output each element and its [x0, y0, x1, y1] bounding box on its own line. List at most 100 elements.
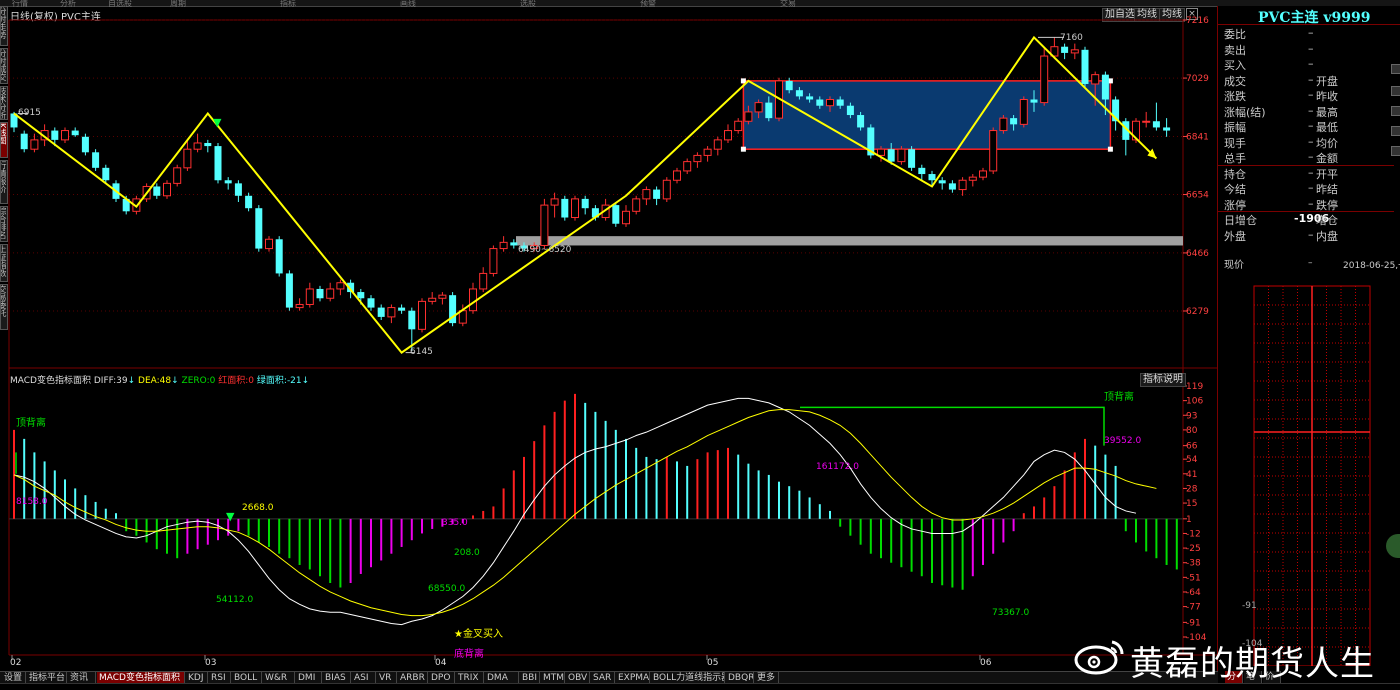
- candle-body: [1030, 99, 1038, 103]
- candle-body: [20, 133, 28, 150]
- date-tick-02: 02: [10, 658, 22, 668]
- quote-row: 今结 – 昨结: [1224, 181, 1400, 196]
- candle-body: [754, 102, 763, 113]
- macd-tick-label: -12: [1186, 529, 1201, 539]
- scroll-icon-5[interactable]: [1391, 146, 1400, 156]
- candle-body: [398, 307, 406, 311]
- candle-body: [612, 205, 620, 224]
- quote-row: 涨幅(结) – 最高: [1224, 104, 1400, 119]
- candle-body: [489, 248, 498, 274]
- weibo-logo-icon: [1074, 640, 1124, 675]
- quote-label-2: 内盘: [1316, 229, 1338, 243]
- chart-stage: 行情 分析 自选股 周期 指标 画线 选股 预警 交易 分时走势 分时成交 技术分析…: [0, 0, 1400, 690]
- quote-row: 外盘 – 内盘: [1224, 228, 1400, 243]
- area-value-73367: 73367.0: [992, 608, 1030, 618]
- dea-label: DEA:: [138, 376, 160, 386]
- candle-body: [642, 189, 651, 200]
- candle-body: [1040, 55, 1049, 104]
- candle-body: [418, 300, 426, 330]
- candle-body: [438, 294, 447, 299]
- quote-row: 日增仓 -1906 增仓: [1218, 211, 1400, 227]
- macd-tick-label: 1: [1186, 515, 1192, 525]
- candle-body: [897, 148, 906, 163]
- annotation-high-right: 7160: [1060, 33, 1083, 43]
- candle-body: [816, 99, 824, 106]
- down-arrow-icon: ▼: [213, 116, 222, 129]
- candle-body: [693, 154, 702, 163]
- candle-body: [571, 198, 579, 219]
- candle-body: [183, 148, 192, 169]
- macd-tick-label: -25: [1186, 544, 1201, 554]
- candle-body: [316, 288, 324, 299]
- quote-row: 委比 –: [1224, 26, 1400, 41]
- candle-body: [765, 102, 773, 119]
- scroll-icon-4[interactable]: [1391, 126, 1400, 136]
- candle-body: [581, 198, 589, 209]
- candle-body: [305, 288, 314, 305]
- quote-label: 委比: [1224, 28, 1246, 41]
- candle-body: [224, 180, 232, 184]
- scroll-up-icon[interactable]: [1391, 64, 1400, 74]
- candle-body: [214, 146, 222, 181]
- quote-value: –: [1308, 119, 1314, 132]
- zero-value: 0: [209, 376, 216, 386]
- quote-row: 涨跌 – 昨收: [1224, 88, 1400, 103]
- down-arrow-icon-macd: ▼: [226, 510, 235, 523]
- macd-tick-label: 106: [1186, 397, 1203, 407]
- quote-value: –: [1308, 134, 1314, 148]
- star-icon: ★: [454, 629, 463, 640]
- candle-body: [204, 142, 212, 147]
- divergence-line-right: [800, 406, 1105, 446]
- candle-body: [1010, 118, 1018, 125]
- quote-label-2: 最高: [1316, 105, 1338, 119]
- candle-body: [887, 149, 895, 162]
- candle-body: [510, 242, 518, 246]
- candle-body: [92, 152, 100, 168]
- scroll-icon-2[interactable]: [1391, 86, 1400, 96]
- macd-tick-label: 119: [1186, 382, 1203, 392]
- macd-tick-label: 28: [1186, 484, 1198, 494]
- candle-body: [295, 303, 304, 309]
- quote-label: 成交: [1224, 74, 1246, 88]
- annotation-low: 6145: [410, 347, 433, 357]
- candle-body: [724, 130, 732, 141]
- macd-header: MACD变色指标面积 DIFF:39↓ DEA:48↓ ZERO:0 红面积:0…: [10, 376, 310, 386]
- quote-label-2: 最低: [1316, 121, 1338, 134]
- candle-body: [1142, 120, 1151, 123]
- indicator-explain-button[interactable]: 指标说明: [1140, 373, 1186, 387]
- quote-value: –: [1308, 88, 1314, 101]
- annotation-high-left: 6915: [18, 108, 41, 118]
- macd-tick-label: 41: [1186, 470, 1197, 480]
- area-value-161172: 161172.0: [816, 462, 859, 472]
- candle-body: [713, 139, 722, 150]
- scroll-icon-3[interactable]: [1391, 106, 1400, 116]
- candle-body: [326, 288, 335, 299]
- candle-body: [71, 130, 79, 136]
- candle-body: [387, 307, 396, 318]
- mini-axis-label: -91: [1242, 601, 1257, 611]
- green-area-value: -21: [286, 376, 302, 386]
- candle-body: [683, 161, 692, 172]
- quote-label: 日增仓: [1224, 214, 1257, 227]
- candle-body: [561, 198, 569, 218]
- quote-row: 振幅 – 最低: [1224, 119, 1400, 134]
- macd-tick-label: 54: [1186, 455, 1198, 465]
- quote-label: 今结: [1224, 183, 1246, 196]
- candle-body: [1163, 127, 1171, 131]
- quote-value: –: [1308, 165, 1314, 179]
- candle-body: [102, 167, 110, 181]
- candle-body: [948, 183, 956, 190]
- candle-body: [979, 170, 987, 178]
- area-value-208: 208.0: [454, 548, 480, 558]
- quote-row: 涨停 – 跌停: [1224, 197, 1400, 212]
- candle-body: [81, 136, 89, 153]
- macd-tick-label: 15: [1186, 499, 1197, 509]
- macd-tick-label: -38: [1186, 559, 1201, 569]
- macd-tick-label: -77: [1186, 603, 1201, 613]
- area-value-335: 335.0: [442, 518, 468, 528]
- candle-body: [357, 292, 365, 299]
- quote-value: –: [1308, 103, 1314, 117]
- macd-tick-label: 66: [1186, 442, 1198, 452]
- candle-body: [275, 239, 283, 274]
- macd-layer: [9, 393, 1183, 626]
